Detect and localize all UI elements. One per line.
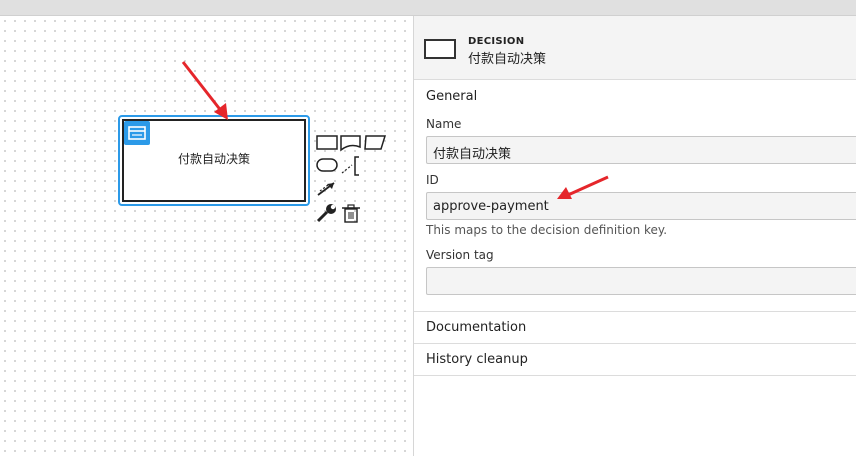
section-documentation[interactable]: Documentation: [426, 320, 526, 335]
create-knowledge-source-icon[interactable]: [364, 135, 387, 150]
annotation-arrow-canvas: [181, 61, 228, 120]
decision-table-icon: [124, 121, 150, 145]
create-decision-icon[interactable]: [316, 135, 338, 150]
version-tag-label: Version tag: [426, 248, 494, 262]
annotation-arrow-panel: [557, 175, 609, 199]
delete-trash-icon[interactable]: [342, 204, 360, 223]
id-field[interactable]: approve-payment: [426, 192, 856, 220]
create-input-data-icon[interactable]: [340, 135, 361, 152]
name-label: Name: [426, 117, 462, 131]
connect-icon[interactable]: [317, 182, 335, 196]
panel-header: DECISION 付款自动决策: [414, 16, 856, 80]
divider: [414, 311, 856, 312]
id-label: ID: [426, 173, 439, 187]
create-business-knowledge-icon[interactable]: [316, 158, 338, 172]
section-general[interactable]: General: [426, 89, 477, 104]
decision-label: 付款自动决策: [177, 152, 250, 166]
divider: [414, 375, 856, 376]
text-annotation-icon[interactable]: [341, 156, 359, 176]
version-tag-field[interactable]: [426, 267, 856, 295]
name-field[interactable]: 付款自动决策: [426, 136, 856, 164]
divider: [414, 343, 856, 344]
section-history-cleanup[interactable]: History cleanup: [426, 352, 528, 367]
element-type: DECISION: [468, 36, 525, 47]
top-toolbar: [0, 0, 856, 16]
element-name: 付款自动决策: [468, 52, 547, 67]
id-hint: This maps to the decision definition key…: [426, 223, 668, 237]
properties-panel: DECISION 付款自动决策 General Name 付款自动决策 ID a…: [414, 16, 856, 456]
change-type-wrench-icon[interactable]: [316, 204, 336, 223]
decision-type-icon: [424, 39, 456, 59]
